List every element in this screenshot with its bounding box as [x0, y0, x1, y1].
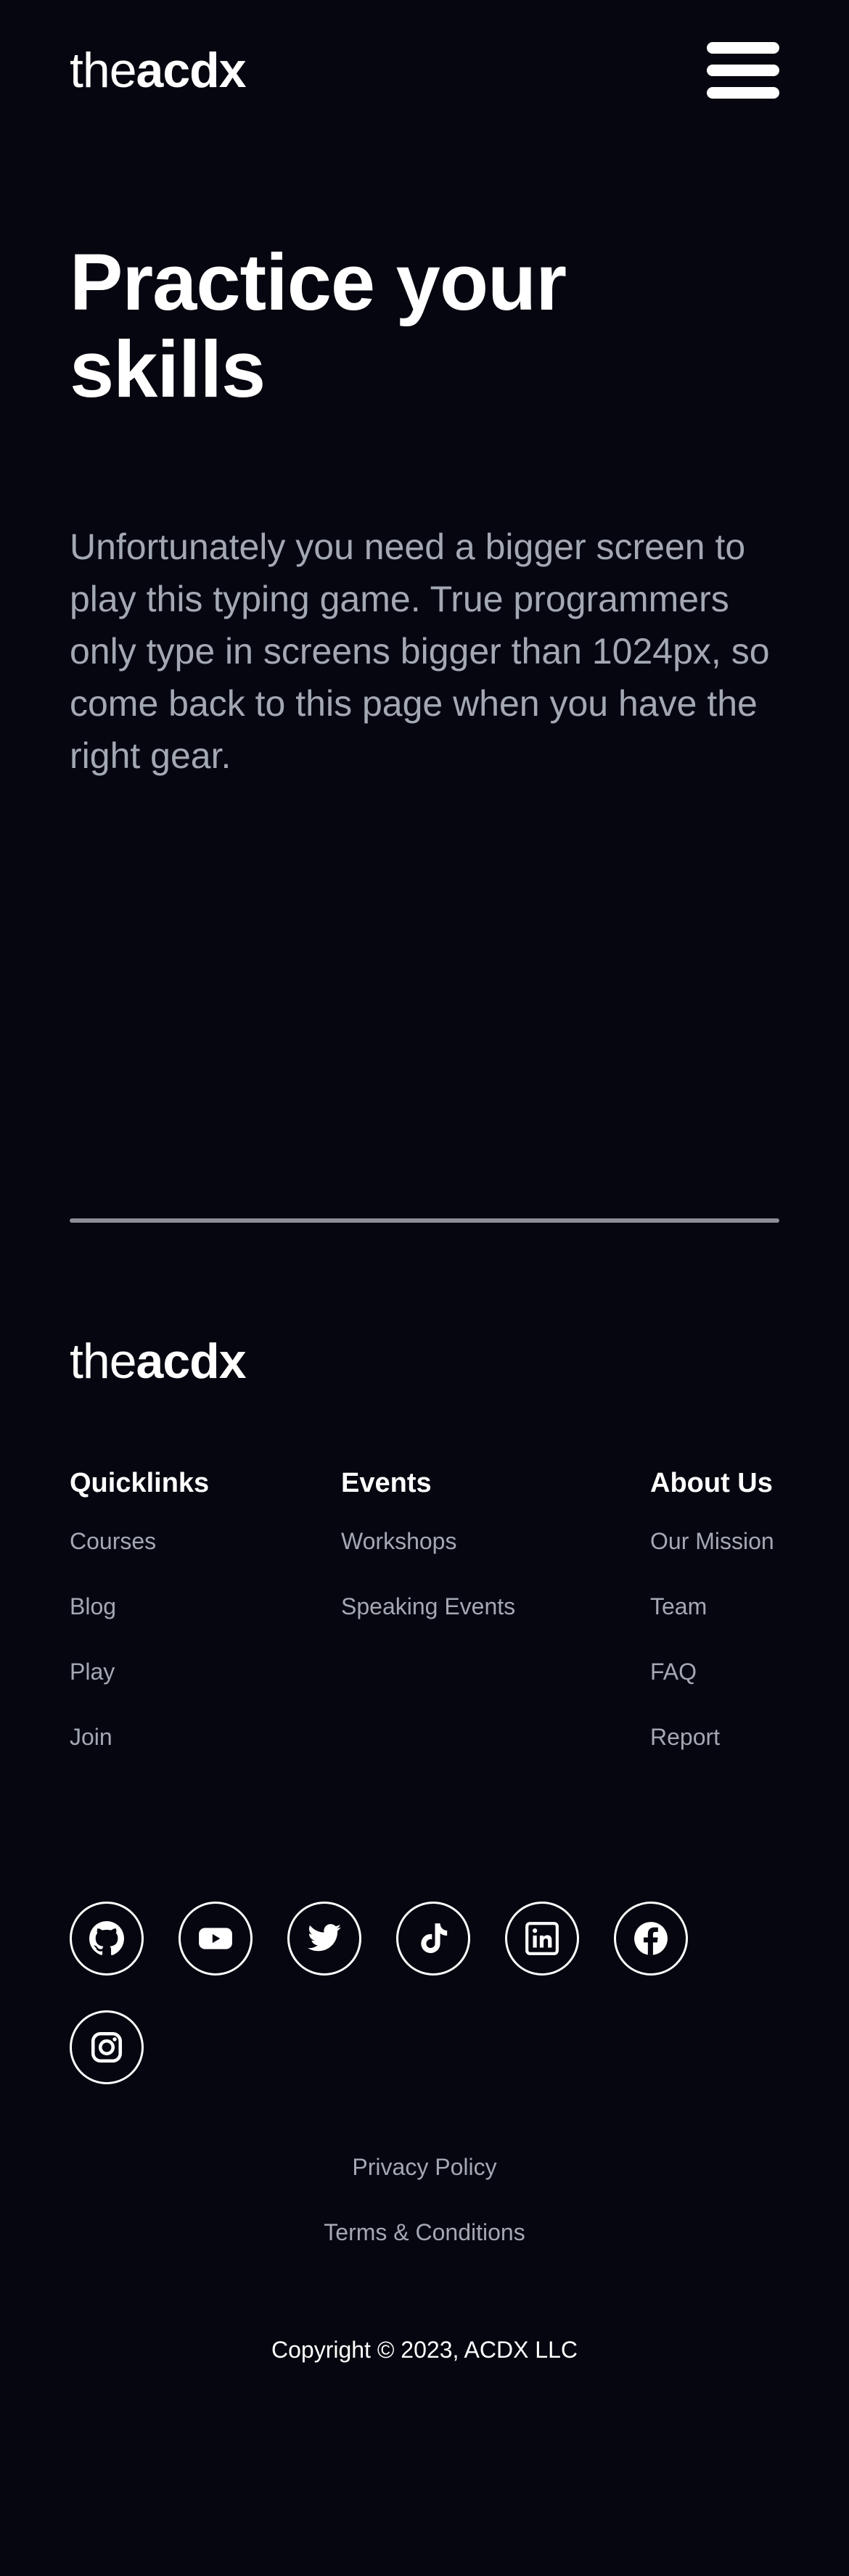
footer-divider [70, 1218, 779, 1223]
footer-column-about-us: About Us Our Mission Team FAQ Report [650, 1458, 774, 1784]
github-link[interactable] [70, 1902, 144, 1976]
logo-light-text: the [70, 1334, 137, 1389]
facebook-icon [634, 1922, 668, 1955]
site-logo[interactable]: theacdx [70, 36, 779, 104]
footer-column-quicklinks: Quicklinks Courses Blog Play Join [70, 1458, 209, 1784]
facebook-link[interactable] [614, 1902, 688, 1976]
footer-link-our-mission[interactable]: Our Mission [650, 1523, 774, 1588]
instagram-icon [91, 2031, 123, 2063]
hamburger-menu-icon[interactable] [707, 42, 779, 99]
github-icon [89, 1921, 124, 1956]
terms-conditions-link[interactable]: Terms & Conditions [0, 2219, 849, 2246]
footer-link-faq[interactable]: FAQ [650, 1654, 774, 1719]
footer-link-play[interactable]: Play [70, 1654, 209, 1719]
footer-link-report[interactable]: Report [650, 1719, 774, 1784]
menu-bar [707, 87, 779, 99]
youtube-link[interactable] [179, 1902, 253, 1976]
footer-logo[interactable]: theacdx [70, 1327, 247, 1395]
tiktok-link[interactable] [396, 1902, 470, 1976]
twitter-link[interactable] [287, 1902, 361, 1976]
footer-link-team[interactable]: Team [650, 1588, 774, 1654]
footer-link-speaking-events[interactable]: Speaking Events [341, 1588, 515, 1654]
twitter-icon [308, 1924, 341, 1952]
instagram-link[interactable] [70, 2010, 144, 2084]
footer-link-blog[interactable]: Blog [70, 1588, 209, 1654]
page-title: Practice your skills [70, 238, 567, 414]
column-heading: About Us [650, 1468, 773, 1498]
column-heading: Events [341, 1468, 432, 1498]
tiktok-icon [421, 1923, 448, 1954]
youtube-icon [199, 1928, 232, 1949]
copyright-text: Copyright © 2023, ACDX LLC [271, 2337, 578, 2363]
screen-size-message: Unfortunately you need a bigger screen t… [70, 527, 770, 776]
linkedin-link[interactable] [505, 1902, 579, 1976]
column-heading: Quicklinks [70, 1468, 210, 1498]
footer-link-courses[interactable]: Courses [70, 1523, 209, 1588]
menu-bar [707, 65, 779, 76]
footer-link-workshops[interactable]: Workshops [341, 1523, 515, 1588]
menu-bar [707, 42, 779, 54]
logo-light-text: the [70, 43, 137, 98]
footer-column-events: Events Workshops Speaking Events [341, 1458, 515, 1654]
logo-bold-text: acdx [136, 1334, 247, 1389]
page: theacdx Practice your skills Unfortunate… [0, 0, 849, 2576]
site-header: theacdx [70, 36, 779, 104]
footer-link-join[interactable]: Join [70, 1719, 209, 1784]
privacy-policy-link[interactable]: Privacy Policy [0, 2154, 849, 2181]
logo-bold-text: acdx [136, 43, 247, 98]
linkedin-icon [525, 1922, 559, 1955]
